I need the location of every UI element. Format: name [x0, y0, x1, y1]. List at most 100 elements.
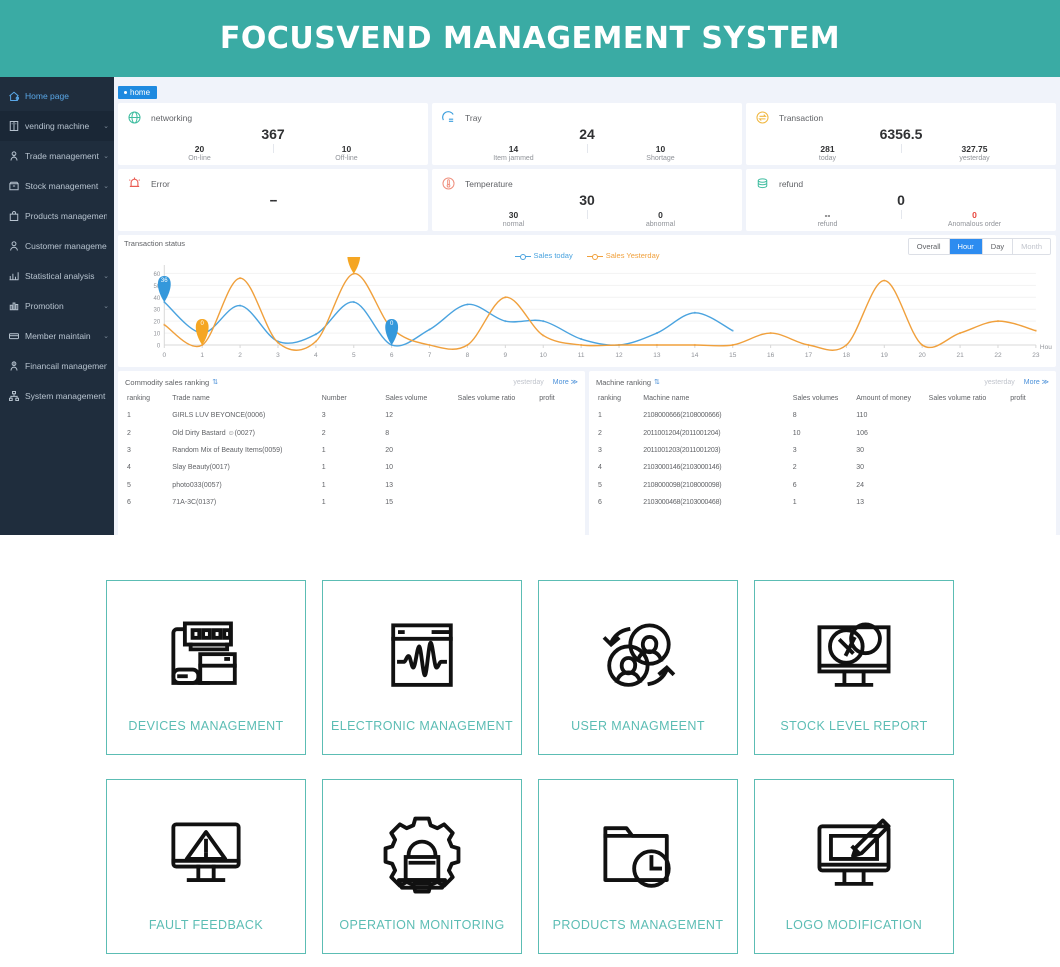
feature-card-devices-management[interactable]: DEVICES MANAGEMENT — [106, 580, 306, 755]
table-header-row: ranking Machine name Sales volumes Amount o… — [596, 391, 1049, 407]
cell-number: 1 — [321, 464, 326, 472]
status-card-left-metric: 14 Item jammed — [465, 144, 562, 162]
status-card-title: networking — [151, 112, 193, 123]
feature-card-fault-feedback[interactable]: FAULT FEEDBACK — [106, 779, 306, 954]
commodity-more-link[interactable]: More ≫ — [553, 378, 578, 386]
cell-amount-of-money: 30 — [856, 446, 864, 454]
commodity-period-label: yesterday — [513, 378, 544, 386]
transaction-status-panel: Transaction status Overall Hour Day Month S… — [118, 235, 1056, 367]
feature-card-label: USER MANAGMEENT — [571, 718, 705, 733]
table-row[interactable]: 1 GIRLS LUV BEYONCE(0006) 3 12 — [125, 407, 578, 424]
home-icon — [7, 90, 20, 103]
svg-text:40: 40 — [154, 296, 161, 302]
finance-icon — [7, 360, 20, 373]
feature-card-stock-level-report[interactable]: STOCK LEVEL REPORT — [754, 580, 954, 755]
status-card-header: networking — [126, 109, 420, 126]
cell-sales-volume-ratio — [456, 477, 538, 494]
feature-card-logo-modification[interactable]: LOGO MODIFICATION — [754, 779, 954, 954]
status-card-header: Error — [126, 175, 420, 192]
promotion-icon — [7, 300, 20, 313]
table-row[interactable]: 4 2103000146(2103000146) 2 30 — [596, 459, 1049, 476]
breadcrumb[interactable]: home — [118, 86, 158, 99]
cell-machine-name: 2108000666(2108000666) — [643, 412, 722, 420]
status-card-body: 6356.5 281 today 327.75 yesterday — [754, 126, 1048, 162]
status-card-header: Transaction — [754, 109, 1048, 126]
svg-text:60: 60 — [154, 272, 161, 278]
metric-label: refund — [817, 221, 838, 228]
sidebar-item-statistical-analysis[interactable]: Statistical analysis ⌄ — [0, 261, 114, 291]
table-row[interactable]: 6 71A-3C(0137) 1 15 — [125, 494, 578, 511]
sidebar-item-vending-machine[interactable]: vending machine ⌄ — [0, 111, 114, 141]
table-row[interactable]: 1 2108000666(2108000666) 8 110 — [596, 407, 1049, 424]
cell-amount-of-money: 24 — [856, 481, 864, 489]
status-card-right-metric: 0 Anomalous order — [926, 210, 1023, 228]
sort-icon[interactable]: ⇅ — [654, 378, 660, 386]
table-row[interactable]: 2 Old Dirty Bastard ☺(0027) 2 8 — [125, 424, 578, 441]
feature-card-user-managmeent[interactable]: USER MANAGMEENT — [538, 580, 738, 755]
status-card-refund[interactable]: refund 0 -- refund 0 Anomalous order — [746, 169, 1056, 231]
status-card-tray[interactable]: Tray 24 14 Item jammed 10 Shortage — [432, 103, 742, 165]
feature-card-electronic-management[interactable]: ELECTRONIC MANAGEMENT — [322, 580, 522, 755]
commodity-ranking-title: Commodity sales ranking — [125, 377, 210, 387]
sort-icon[interactable]: ⇅ — [212, 378, 218, 386]
cell-sales-volume-ratio — [927, 477, 1009, 494]
cell-ranking: 6 — [598, 499, 602, 507]
sidebar-item-system-management[interactable]: System management — [0, 381, 114, 411]
table-row[interactable]: 5 2108000098(2108000098) 6 24 — [596, 477, 1049, 494]
status-card-title: Transaction — [779, 112, 824, 123]
sidebar-item-promotion[interactable]: Promotion ⌄ — [0, 291, 114, 321]
metric-value: 30 — [508, 210, 519, 220]
member-icon — [7, 330, 20, 343]
sidebar-item-products-management[interactable]: Products management — [0, 201, 114, 231]
machine-ranking-table: ranking Machine name Sales volumes Amount o… — [596, 391, 1049, 511]
column-header: Machine name — [643, 395, 690, 402]
status-card-header: refund — [754, 175, 1048, 192]
table-row[interactable]: 4 Slay Beauty(0017) 1 10 — [125, 459, 578, 476]
column-header: profit — [1010, 395, 1026, 402]
feature-card-operation-monitoring[interactable]: OPERATION MONITORING — [322, 779, 522, 954]
status-card-body: 0 -- refund 0 Anomalous order — [754, 192, 1048, 228]
cell-sales-volumes: 6 — [792, 481, 797, 489]
table-row[interactable]: 3 Random Mix of Beauty Items(0059) 1 20 — [125, 442, 578, 459]
svg-text:15: 15 — [729, 352, 737, 359]
customer-icon — [7, 240, 20, 253]
sidebar-item-customer-management[interactable]: Customer management — [0, 231, 114, 261]
table-row[interactable]: 5 photo033(0057) 1 13 — [125, 477, 578, 494]
status-card-transaction[interactable]: Transaction 6356.5 281 today 327.75 yest… — [746, 103, 1056, 165]
status-card-body: 367 20 On-line 10 Off-line — [126, 126, 420, 162]
cell-sales-volume-ratio — [927, 407, 1009, 424]
stock-icon — [7, 180, 20, 193]
status-card-networking[interactable]: networking 367 20 On-line 10 Off-line — [118, 103, 428, 165]
cell-ranking: 4 — [598, 464, 602, 472]
line-chart[interactable]: 0 10 20 30 40 50 60 0 1 2 3 4 5 6 7 8 9 10 11 12 13 14 15 16 17 1… — [118, 247, 1056, 365]
feature-card-products-management[interactable]: PRODUCTS MANAGEMENT — [538, 779, 738, 954]
metric-value: 0 — [658, 210, 663, 220]
table-row[interactable]: 2 2011001204(2011001204) 10 106 — [596, 424, 1049, 441]
feature-card-label: FAULT FEEDBACK — [148, 917, 264, 932]
cell-amount-of-money: 30 — [856, 464, 864, 472]
chevron-down-icon: ⌄ — [103, 183, 109, 190]
column-header: ranking — [127, 395, 150, 402]
svg-text:20: 20 — [154, 320, 161, 326]
globe-icon — [126, 109, 143, 126]
status-card-title: Temperature — [465, 178, 513, 189]
table-row[interactable]: 6 2103000468(2103000468) 1 13 — [596, 494, 1049, 511]
status-card-title: Error — [151, 178, 170, 189]
table-row[interactable]: 3 2011001203(2011001203) 3 30 — [596, 442, 1049, 459]
sidebar-item-financail-management[interactable]: Financail management — [0, 351, 114, 381]
machine-more-link[interactable]: More ≫ — [1024, 378, 1049, 386]
waveform-window-icon — [374, 603, 470, 713]
cell-profit — [537, 494, 578, 511]
column-header: profit — [539, 395, 555, 402]
status-card-error[interactable]: Error -- — [118, 169, 428, 231]
sidebar-item-trade-management[interactable]: Trade management ⌄ — [0, 141, 114, 171]
metric-value: 281 — [820, 144, 835, 154]
sidebar-item-home-page[interactable]: Home page — [0, 81, 114, 111]
cell-profit — [537, 477, 578, 494]
sidebar-item-member-maintain[interactable]: Member maintain ⌄ — [0, 321, 114, 351]
sidebar-item-stock-management[interactable]: Stock management ⌄ — [0, 171, 114, 201]
cell-sales-volume-ratio — [927, 494, 1009, 511]
cell-sales-volume-ratio — [456, 459, 538, 476]
cell-ranking: 5 — [598, 481, 602, 489]
status-card-temperature[interactable]: Temperature 30 30 normal 0 abnormal — [432, 169, 742, 231]
